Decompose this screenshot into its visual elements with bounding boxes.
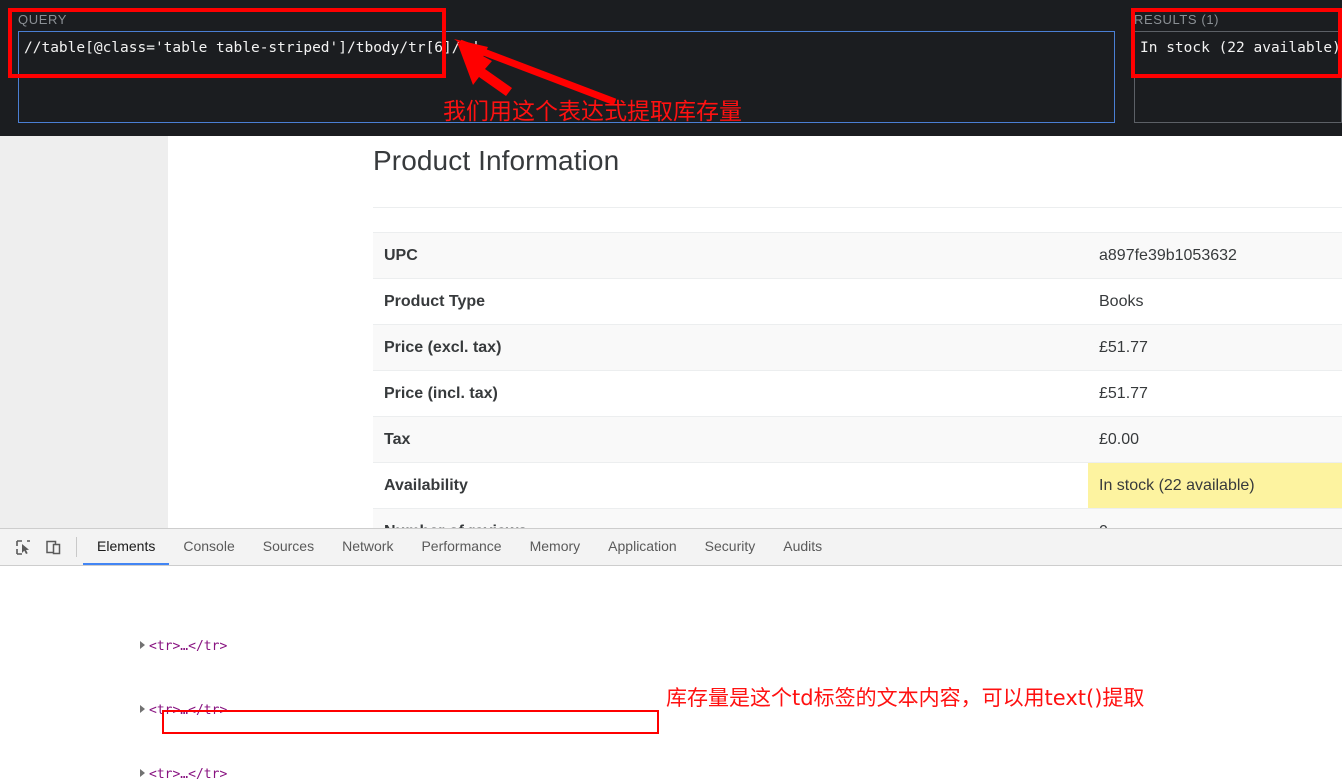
table-cell-label: Number of reviews <box>373 508 1088 528</box>
xpath-results-output[interactable]: In stock (22 available) <box>1134 31 1342 123</box>
tab-application[interactable]: Application <box>594 529 691 565</box>
devtools-toolbar: Elements Console Sources Network Perform… <box>0 529 1342 566</box>
table-cell-value: a897fe39b1053632 <box>1088 232 1342 279</box>
table-cell-value: £0.00 <box>1088 416 1342 463</box>
dom-node-text: <tr>…</tr> <box>149 766 228 782</box>
table-row: Price (excl. tax) £51.77 <box>373 324 1342 371</box>
table-cell-value: Books <box>1088 278 1342 325</box>
table-cell-value: £51.77 <box>1088 324 1342 371</box>
tab-network[interactable]: Network <box>328 529 407 565</box>
annotation-text-bottom: 库存量是这个td标签的文本内容，可以用text()提取 <box>666 686 1145 710</box>
devtools-panel: Elements Console Sources Network Perform… <box>0 528 1342 782</box>
table-spacer-row <box>373 207 1342 233</box>
expand-triangle-icon[interactable] <box>140 704 145 713</box>
tab-performance[interactable]: Performance <box>407 529 515 565</box>
xpath-results-panel: RESULTS (1) In stock (22 available) <box>1134 12 1342 125</box>
table-row-availability: Availability In stock (22 available) <box>373 462 1342 509</box>
dom-node-text: <tr>…</tr> <box>149 702 228 718</box>
annotation-text-top: 我们用这个表达式提取库存量 <box>443 99 742 125</box>
table-cell-label: Price (incl. tax) <box>373 370 1088 417</box>
table-cell-label: UPC <box>373 232 1088 279</box>
tab-elements[interactable]: Elements <box>83 529 170 565</box>
table-cell-value: £51.77 <box>1088 370 1342 417</box>
query-label: QUERY <box>18 12 67 27</box>
table-cell-label: Availability <box>373 462 1088 509</box>
table-cell-value-highlighted: In stock (22 available) <box>1088 462 1342 509</box>
toolbar-divider <box>76 537 77 557</box>
device-toolbar-icon[interactable] <box>38 529 68 565</box>
table-cell-label: Price (excl. tax) <box>373 324 1088 371</box>
expand-triangle-icon[interactable] <box>140 640 145 649</box>
table-cell-value: 0 <box>1088 508 1342 528</box>
results-label: RESULTS (1) <box>1134 12 1220 27</box>
dom-node-collapsed-tr[interactable]: <tr>…</tr> <box>0 764 1342 782</box>
table-row: UPC a897fe39b1053632 <box>373 232 1342 279</box>
tab-memory[interactable]: Memory <box>516 529 595 565</box>
inspect-element-icon[interactable] <box>8 529 38 565</box>
tab-sources[interactable]: Sources <box>249 529 328 565</box>
table-row: Product Type Books <box>373 278 1342 325</box>
table-row: Number of reviews 0 <box>373 508 1342 528</box>
table-cell-label: Tax <box>373 416 1088 463</box>
product-information-table: UPC a897fe39b1053632 Product Type Books … <box>373 207 1342 528</box>
dom-node-text: <tr>…</tr> <box>149 638 228 654</box>
dom-node-collapsed-tr[interactable]: <tr>…</tr> <box>0 636 1342 657</box>
tab-audits[interactable]: Audits <box>769 529 836 565</box>
dom-tree: <tr>…</tr> <tr>…</tr> <tr>…</tr> <tr>…</… <box>0 566 1342 782</box>
table-row: Tax £0.00 <box>373 416 1342 463</box>
page-title: Product Information <box>373 145 620 176</box>
tab-security[interactable]: Security <box>691 529 770 565</box>
table-row: Price (incl. tax) £51.77 <box>373 370 1342 417</box>
table-cell-label: Product Type <box>373 278 1088 325</box>
expand-triangle-icon[interactable] <box>140 768 145 777</box>
tab-console[interactable]: Console <box>169 529 248 565</box>
product-table-body: UPC a897fe39b1053632 Product Type Books … <box>373 207 1342 528</box>
